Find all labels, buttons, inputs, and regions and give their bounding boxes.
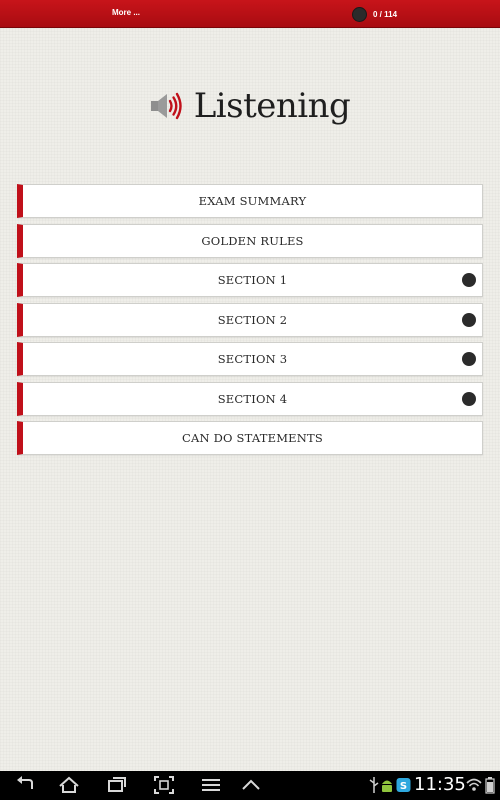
- menu-item-label: EXAM SUMMARY: [198, 194, 307, 208]
- usb-icon: [369, 777, 379, 793]
- menu-item-label: CAN DO STATEMENTS: [182, 431, 323, 445]
- progress-count: 0 / 114: [373, 9, 398, 19]
- menu-item-section-3[interactable]: SECTION 3: [17, 342, 483, 376]
- back-icon[interactable]: [14, 775, 36, 795]
- up-arrow-icon[interactable]: [240, 775, 262, 795]
- android-debug-icon: [382, 780, 392, 792]
- screenshot-icon[interactable]: [153, 775, 175, 795]
- progress-indicator: 0 / 114: [352, 6, 397, 22]
- menu-item-label: GOLDEN RULES: [201, 233, 304, 248]
- menu-item-exam-summary[interactable]: EXAM SUMMARY: [17, 184, 483, 218]
- svg-text:S: S: [400, 781, 407, 792]
- status-dot-icon: [462, 273, 476, 287]
- more-button[interactable]: More ...: [112, 8, 140, 17]
- speaker-icon: [150, 92, 182, 120]
- listening-menu: EXAM SUMMARY GOLDEN RULES SECTION 1 SECT…: [17, 184, 483, 461]
- menu-item-section-2[interactable]: SECTION 2: [17, 302, 483, 337]
- page-title: Listening: [193, 86, 351, 126]
- menu-item-section-1[interactable]: SECTION 1: [17, 263, 483, 297]
- status-dot-icon: [462, 352, 476, 366]
- progress-circle-icon: [352, 6, 367, 22]
- home-icon[interactable]: [58, 775, 80, 795]
- battery-icon: [485, 777, 495, 794]
- menu-item-label: SECTION 4: [217, 391, 288, 406]
- menu-item-golden-rules[interactable]: GOLDEN RULES: [17, 223, 483, 258]
- system-clock: 11:35: [414, 774, 466, 795]
- page-header: Listening: [0, 82, 500, 130]
- system-navigation-bar: S 11:35: [0, 771, 500, 800]
- menu-icon[interactable]: [200, 775, 222, 795]
- status-dot-icon: [462, 391, 476, 406]
- menu-item-section-4[interactable]: SECTION 4: [17, 381, 483, 416]
- menu-item-can-do-statements[interactable]: CAN DO STATEMENTS: [17, 421, 483, 455]
- menu-item-label: SECTION 2: [217, 312, 288, 327]
- menu-item-label: SECTION 1: [217, 273, 288, 287]
- skype-icon: S: [396, 778, 411, 792]
- status-dot-icon: [462, 312, 476, 327]
- app-top-bar: More ... 0 / 114: [0, 0, 500, 28]
- wifi-icon: [466, 778, 482, 791]
- recent-apps-icon[interactable]: [106, 775, 128, 795]
- menu-item-label: SECTION 3: [217, 352, 288, 366]
